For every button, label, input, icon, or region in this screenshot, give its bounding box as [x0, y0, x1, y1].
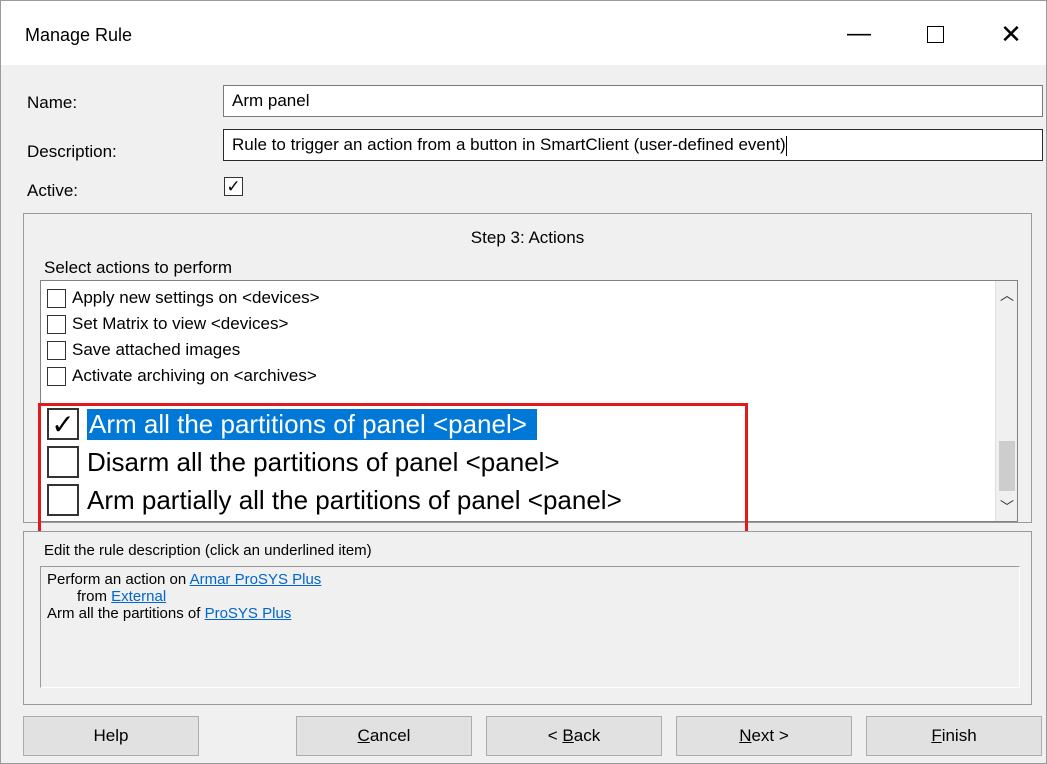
- rule-line-from: from External: [47, 588, 1013, 605]
- action-checkbox[interactable]: [47, 288, 66, 308]
- action-label: Save attached images: [72, 340, 241, 359]
- rule-description-label: Edit the rule description (click an unde…: [44, 542, 372, 559]
- description-label: Description:: [27, 142, 117, 161]
- scroll-up-button[interactable]: ︿: [996, 281, 1017, 309]
- cancel-mnemonic: C: [357, 726, 370, 745]
- list-item[interactable]: Set Matrix to view <devices>: [47, 311, 288, 337]
- back-label: ack: [573, 726, 601, 745]
- action-label: Set Matrix to view <devices>: [72, 314, 289, 333]
- help-button[interactable]: Help: [23, 716, 199, 756]
- back-button[interactable]: < Back: [486, 716, 662, 756]
- next-button[interactable]: Next >: [676, 716, 852, 756]
- highlight-box: [38, 403, 748, 536]
- description-input[interactable]: Rule to trigger an action from a button …: [223, 129, 1043, 161]
- maximize-icon: [926, 25, 944, 43]
- action-label: Activate archiving on <archives>: [72, 366, 317, 385]
- finish-mnemonic: F: [931, 726, 942, 745]
- help-label: Help: [93, 726, 129, 745]
- rule-description-panel: Edit the rule description (click an unde…: [23, 531, 1032, 705]
- rule-line-action: Perform an action on Armar ProSYS Plus: [47, 571, 1013, 588]
- description-value: Rule to trigger an action from a button …: [232, 135, 786, 154]
- next-mnemonic: N: [739, 726, 752, 745]
- action-label: Apply new settings on <devices>: [72, 288, 320, 307]
- cancel-button[interactable]: Cancel: [296, 716, 472, 756]
- list-item[interactable]: Activate archiving on <archives>: [47, 363, 317, 389]
- rule-description-box: Perform an action on Armar ProSYS Plus f…: [40, 566, 1020, 688]
- list-item[interactable]: Apply new settings on <devices>: [47, 285, 320, 311]
- action-checkbox[interactable]: [47, 366, 66, 386]
- scroll-thumb[interactable]: [999, 441, 1015, 491]
- rule-text: Perform an action on: [47, 571, 190, 588]
- step-title: Step 3: Actions: [470, 228, 585, 247]
- title-bar: Manage Rule — ✕: [1, 1, 1046, 65]
- back-arrow: <: [547, 726, 563, 745]
- close-button[interactable]: ✕: [991, 15, 1031, 53]
- name-label: Name:: [27, 93, 78, 112]
- rule-text: from: [77, 588, 112, 605]
- maximize-button[interactable]: [915, 15, 955, 53]
- vertical-scrollbar[interactable]: ︿ ﹀: [995, 281, 1017, 521]
- active-checkbox[interactable]: ✓: [224, 177, 243, 196]
- minimize-button[interactable]: —: [839, 15, 879, 53]
- active-label: Active:: [27, 181, 79, 200]
- minimize-icon: —: [847, 20, 871, 47]
- device-link[interactable]: Armar ProSYS Plus: [190, 571, 322, 588]
- manage-rule-dialog: Manage Rule — ✕ Name: Arm panel Descript…: [0, 0, 1047, 764]
- checkmark-icon: ✓: [226, 177, 241, 196]
- chevron-up-icon: ︿: [1000, 287, 1014, 303]
- action-checkbox[interactable]: [47, 314, 66, 334]
- scroll-down-button[interactable]: ﹀: [996, 493, 1017, 521]
- back-mnemonic: B: [562, 726, 574, 745]
- close-icon: ✕: [1000, 18, 1022, 49]
- finish-button[interactable]: Finish: [866, 716, 1042, 756]
- list-item[interactable]: Save attached images: [47, 337, 240, 363]
- finish-label: inish: [941, 726, 977, 745]
- rule-line-arm: Arm all the partitions of ProSYS Plus: [47, 605, 1013, 622]
- cancel-label: ancel: [369, 726, 411, 745]
- rule-text: Arm all the partitions of: [47, 605, 205, 622]
- name-input[interactable]: Arm panel: [223, 85, 1043, 117]
- source-link[interactable]: External: [111, 588, 166, 605]
- action-checkbox[interactable]: [47, 340, 66, 360]
- panel-link[interactable]: ProSYS Plus: [205, 605, 292, 622]
- next-label: ext >: [751, 726, 789, 745]
- chevron-down-icon: ﹀: [1000, 499, 1014, 515]
- window-title: Manage Rule: [25, 25, 133, 45]
- select-actions-label: Select actions to perform: [44, 258, 233, 277]
- text-cursor: [785, 135, 787, 156]
